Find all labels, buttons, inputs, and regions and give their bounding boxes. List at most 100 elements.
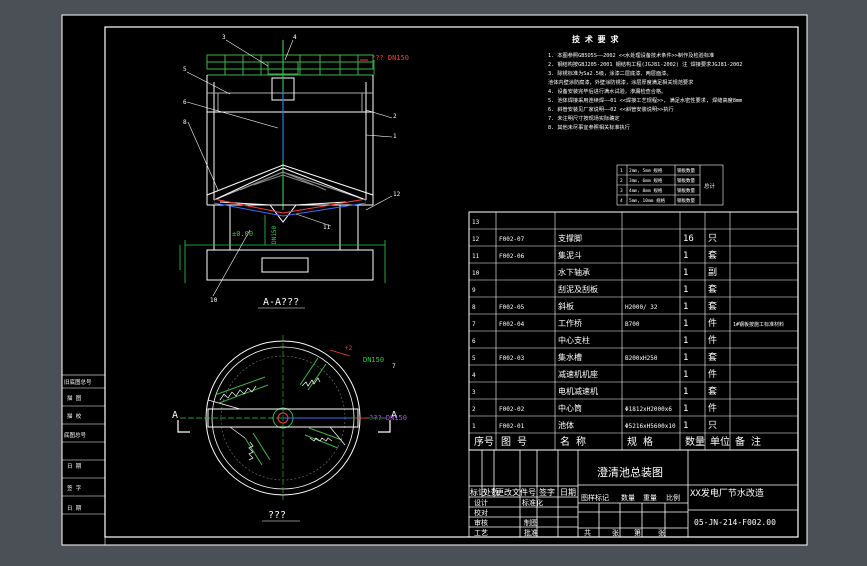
left-strip-label: 描 校 xyxy=(67,412,82,420)
left-strip-label: 签 字 xyxy=(67,484,82,492)
left-strip-label: 日 期 xyxy=(67,505,82,512)
bom-cell: 1 xyxy=(683,251,688,261)
tech-notes-title: 技 术 要 求 xyxy=(572,34,619,44)
mini-cell: 钢板数量 xyxy=(677,167,695,174)
role-label: 工艺 xyxy=(474,529,488,537)
section-caption: A-A??? xyxy=(263,297,299,308)
tech-note-line: 2. 钢结构按GBJ205-2001 钢结构工程(JGJ81-2002) 注 焊… xyxy=(548,60,742,68)
bom-cell: 支撑脚 xyxy=(558,233,582,243)
mini-side-label: 总计 xyxy=(704,182,716,190)
callout: 10 xyxy=(210,297,218,304)
mini-cell: 钢板数量 xyxy=(677,197,695,204)
bom-cell: 1 xyxy=(683,302,688,312)
section-letter: A xyxy=(172,410,178,421)
level-mark: +2 xyxy=(345,345,353,352)
bom-header-cell: 单位 xyxy=(710,435,730,448)
tech-note-line: 7. 未注明尺寸按现场实际确定 xyxy=(548,114,620,122)
side-label: 标准化 xyxy=(522,498,543,507)
bom-cell: 1 xyxy=(472,423,476,430)
bom-cell: 套 xyxy=(708,351,717,363)
level-mark: ±0.00 xyxy=(232,230,253,238)
sheet-label: 第 xyxy=(634,528,641,537)
rev-label: 签字 xyxy=(539,487,555,497)
bom-cell: 套 xyxy=(708,283,717,295)
tech-note-line: 1. 本图参照GB5O5S——2002 <<水处理设备技术条件>>制作及检验标准 xyxy=(548,51,714,59)
bom-cell: 1 xyxy=(683,387,688,397)
bom-cell: 1 xyxy=(683,285,688,295)
tech-note-line: 4. 设备安装完毕后进行满水试验，渗漏检查合格。 xyxy=(548,87,666,95)
bom-cell: 件 xyxy=(708,402,717,414)
bom-cell: 只 xyxy=(708,234,717,244)
pipe-label: ??? DN150 xyxy=(369,414,407,422)
side-label: 制图 xyxy=(524,518,538,527)
bom-cell: 6 xyxy=(472,338,476,345)
bom-cell: 1 xyxy=(683,421,688,431)
mini-cell: 4 xyxy=(620,198,623,204)
bom-cell: 1 xyxy=(683,268,688,278)
bom-cell: 套 xyxy=(708,385,717,397)
scale-label: 数量 xyxy=(621,493,635,502)
mini-cell: 3 xyxy=(620,188,623,194)
bom-cell: 池体 xyxy=(558,420,574,430)
bom-cell: F002-05 xyxy=(499,304,525,311)
bom-cell: 中心支柱 xyxy=(558,335,590,345)
callout: 5 xyxy=(183,66,187,73)
scale-label: 图样标记 xyxy=(581,493,609,502)
mini-cell: 钢板数量 xyxy=(677,177,695,184)
bom-cell: 减速机机座 xyxy=(558,369,598,379)
bom-header-cell: 图 号 xyxy=(501,436,527,448)
bom-cell: F002-01 xyxy=(499,423,525,430)
scale-label: 比例 xyxy=(666,493,680,502)
bom-cell: Φ5216xH5600x10 xyxy=(625,423,676,430)
role-label: 审核 xyxy=(474,518,488,527)
bom-cell: 1 xyxy=(683,370,688,380)
mini-cell: 1 xyxy=(620,168,623,174)
bom-cell: 1 xyxy=(683,319,688,329)
bom-cell: 中心筒 xyxy=(558,403,582,413)
bom-cell: F002-03 xyxy=(499,355,525,362)
drawing-title: 澄清池总装图 xyxy=(597,465,663,479)
sheet-label: 张 xyxy=(658,528,665,537)
bom-header-cell: 规 格 xyxy=(627,435,653,448)
callout: 6 xyxy=(183,99,187,106)
bom-header-cell: 名 称 xyxy=(560,435,586,448)
bom-cell: 4 xyxy=(472,372,476,379)
bom-cell: 套 xyxy=(708,249,717,261)
callout: 3 xyxy=(222,34,226,41)
bom-cell: 12 xyxy=(472,236,480,243)
rev-label: 更改文件号 xyxy=(496,487,536,497)
tech-note-line: 5. 池体焊接采用连续焊——01 <<焊接工艺规程>>, 满足水密性要求, 焊缝… xyxy=(548,96,742,104)
bom-cell: Φ1812xH2000x6 xyxy=(625,406,672,413)
mini-cell: 4mm, 8mm 规格 xyxy=(629,187,663,194)
bom-cell: 13 xyxy=(472,219,480,226)
bom-cell: 9 xyxy=(472,287,476,294)
bom-cell: 刮泥及刮板 xyxy=(558,284,598,294)
pipe-label: DN150 xyxy=(271,226,278,244)
left-strip-label: 日 期 xyxy=(67,463,82,470)
left-strip-label: 底图总号 xyxy=(64,431,87,439)
scale-label: 重量 xyxy=(643,494,657,502)
cad-drawing-sheet: 旧底图总号 描 图 底图总号 描 校 日 期 签 字 日 期 3 4 5 6 8… xyxy=(0,0,867,562)
bom-cell: 集水槽 xyxy=(558,352,582,362)
callout: 4 xyxy=(293,34,297,41)
bom-cell: 件 xyxy=(708,368,717,380)
sheet-label: 张 xyxy=(612,528,619,537)
bom-cell: B700 xyxy=(625,321,640,328)
bom-cell: 1 xyxy=(683,353,688,363)
drawing-number: 05-JN-214-F002.00 xyxy=(694,518,776,527)
plan-caption: ??? xyxy=(268,510,286,521)
tech-note-line: 8. 其他未尽事宜参照相关标准执行 xyxy=(548,123,630,131)
mini-cell: 5mm, 10mm 规格 xyxy=(629,197,666,204)
bom-cell: F002-04 xyxy=(499,321,525,328)
sheet-label: 共 xyxy=(584,528,591,537)
bom-cell: 10 xyxy=(472,270,480,277)
bom-cell: F002-02 xyxy=(499,406,525,413)
mini-cell: 2mm, 5mm 规格 xyxy=(629,167,663,174)
rev-label: 日期 xyxy=(560,488,576,497)
bom-header-cell: 数量 xyxy=(685,435,705,448)
callout: 8 xyxy=(183,119,187,126)
bom-cell: 3 xyxy=(472,389,476,396)
pipe-label: ??? DN150 xyxy=(371,54,409,62)
bom-cell: 1 xyxy=(683,404,688,414)
mini-cell: 3mm, 6mm 规格 xyxy=(629,177,663,184)
